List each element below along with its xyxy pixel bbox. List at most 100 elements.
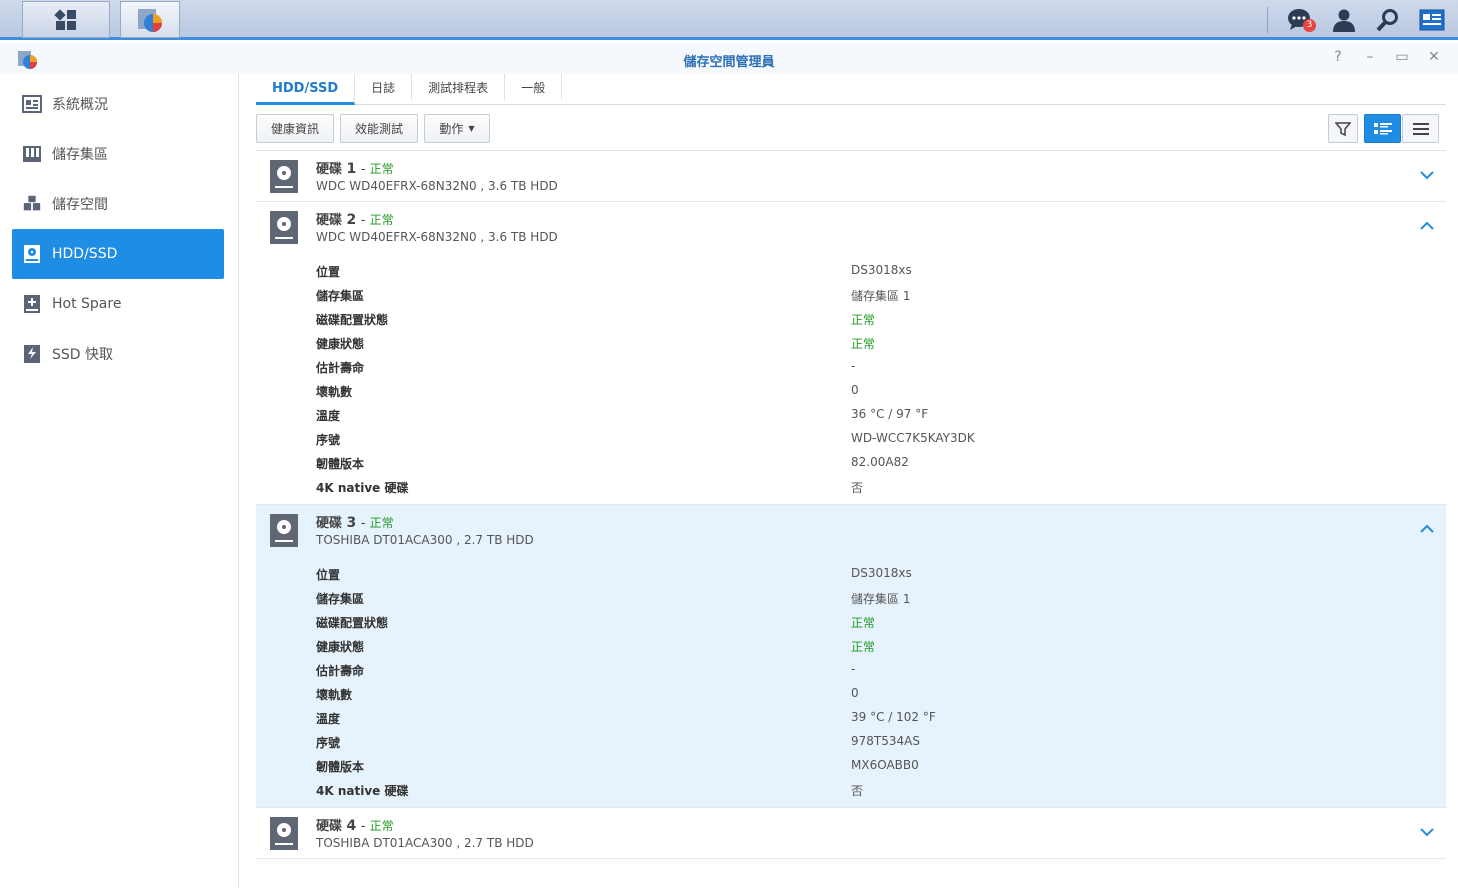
sidebar-item-overview[interactable]: 系統概況 <box>12 80 224 128</box>
disk-status: 正常 <box>369 213 394 227</box>
filter-button[interactable] <box>1328 114 1358 143</box>
sidebar-item-label: HDD/SSD <box>52 246 118 262</box>
property-label: 韌體版本 <box>316 457 365 471</box>
property-value: - <box>851 662 856 676</box>
disk-row-2[interactable]: 硬碟 2 - 正常 WDC WD40EFRX-68N32N0 , 3.6 TB … <box>256 202 1446 505</box>
tab-log[interactable]: 日誌 <box>355 74 413 100</box>
detail-view-button[interactable] <box>1364 114 1401 143</box>
property-label: 磁碟配置狀態 <box>316 313 389 327</box>
disk-label: 硬碟 <box>316 819 343 834</box>
property-value: 正常 <box>851 313 876 327</box>
list-view-button[interactable] <box>1402 114 1439 143</box>
property-label: 4K native 硬碟 <box>316 481 409 495</box>
search-button[interactable] <box>1372 4 1404 36</box>
disk-model: WDC WD40EFRX-68N32N0 , 3.6 TB HDD <box>316 179 558 193</box>
disk-number: 3 <box>346 515 357 531</box>
property-label: 磁碟配置狀態 <box>316 616 389 630</box>
property-value: 正常 <box>851 337 876 351</box>
disk-model: TOSHIBA DT01ACA300 , 2.7 TB HDD <box>316 836 534 850</box>
sidebar-item-label: 系統概況 <box>52 97 108 113</box>
property-label: 儲存集區 <box>316 592 365 606</box>
hdd-icon <box>270 160 298 193</box>
sidebar-item-hdd-ssd[interactable]: HDD/SSD <box>12 229 224 279</box>
minimize-icon[interactable]: – <box>1360 49 1380 65</box>
notifications-button[interactable]: 3 <box>1284 4 1316 36</box>
property-value: - <box>851 359 856 373</box>
hdd-icon <box>22 244 42 264</box>
main-menu-button[interactable] <box>22 1 110 38</box>
sidebar: 系統概況 儲存集區 儲存空間 HDD/SSD Hot Spare SSD 快取 <box>0 74 239 888</box>
window-title: 儲存空間管理員 <box>683 55 775 70</box>
disk-number: 1 <box>346 161 357 177</box>
taskbar-separator <box>1267 7 1268 33</box>
property-value: 正常 <box>851 616 876 630</box>
close-icon[interactable]: ✕ <box>1424 49 1444 65</box>
dashboard-icon <box>1419 9 1445 31</box>
tab-test-schedule[interactable]: 測試排程表 <box>412 74 506 100</box>
health-info-button[interactable]: 健康資訊 <box>256 114 334 143</box>
action-dropdown[interactable]: 動作 ▼ <box>424 114 490 143</box>
sidebar-item-hot-spare[interactable]: Hot Spare <box>12 280 224 328</box>
detail-list-icon <box>1373 122 1392 134</box>
help-icon[interactable]: ? <box>1328 49 1348 65</box>
disk-number: 2 <box>346 212 357 228</box>
property-value: 0 <box>851 383 859 397</box>
disk-title: 硬碟 3 - 正常 <box>316 512 394 531</box>
property-label: 韌體版本 <box>316 760 365 774</box>
chevron-up-icon[interactable] <box>1420 219 1434 233</box>
property-value: DS3018xs <box>851 263 912 277</box>
disk-row-3[interactable]: 硬碟 3 - 正常 TOSHIBA DT01ACA300 , 2.7 TB HD… <box>256 505 1446 808</box>
overview-icon <box>22 94 42 114</box>
property-value: WD-WCC7K5KAY3DK <box>851 431 975 445</box>
disk-row-1[interactable]: 硬碟 1 - 正常 WDC WD40EFRX-68N32N0 , 3.6 TB … <box>256 151 1446 202</box>
sidebar-item-volume[interactable]: 儲存空間 <box>12 180 224 228</box>
chevron-down-icon[interactable] <box>1420 168 1434 182</box>
hdd-icon <box>270 211 298 244</box>
property-value: 39 °C / 102 °F <box>851 710 936 724</box>
separator-dash: - <box>360 516 370 531</box>
property-value: 36 °C / 97 °F <box>851 407 929 421</box>
storage-manager-taskbar-button[interactable] <box>120 1 180 38</box>
chevron-up-icon[interactable] <box>1420 522 1434 536</box>
tab-hdd-ssd[interactable]: HDD/SSD <box>256 74 356 105</box>
property-label: 健康狀態 <box>316 640 365 654</box>
hdd-icon <box>270 514 298 547</box>
property-value: 978T534AS <box>851 734 920 748</box>
disk-label: 硬碟 <box>316 162 343 177</box>
widgets-button[interactable] <box>1416 4 1448 36</box>
sidebar-item-label: 儲存空間 <box>52 197 108 213</box>
tab-general[interactable]: 一般 <box>505 74 563 100</box>
property-label: 溫度 <box>316 712 341 726</box>
disk-row-4[interactable]: 硬碟 4 - 正常 TOSHIBA DT01ACA300 , 2.7 TB HD… <box>256 808 1446 859</box>
property-label: 估計壽命 <box>316 361 365 375</box>
property-label: 壞軌數 <box>316 385 353 399</box>
disk-title: 硬碟 1 - 正常 <box>316 158 394 177</box>
separator-dash: - <box>360 213 370 228</box>
disk-model: WDC WD40EFRX-68N32N0 , 3.6 TB HDD <box>316 230 558 244</box>
hdd-icon <box>270 817 298 850</box>
property-value: 0 <box>851 686 859 700</box>
user-button[interactable] <box>1328 4 1360 36</box>
taskbar: 3 <box>0 0 1458 40</box>
disk-label: 硬碟 <box>316 516 343 531</box>
tab-bar: HDD/SSD 日誌 測試排程表 一般 <box>256 74 1446 105</box>
sidebar-item-label: Hot Spare <box>52 296 122 312</box>
property-value: 否 <box>851 481 864 495</box>
disk-title: 硬碟 4 - 正常 <box>316 815 394 834</box>
storage-pool-icon <box>22 144 42 164</box>
search-icon <box>1376 9 1398 32</box>
benchmark-button[interactable]: 效能測試 <box>340 114 418 143</box>
restore-icon[interactable]: ▭ <box>1392 49 1412 65</box>
plus-box-icon <box>22 294 42 314</box>
list-icon <box>1412 122 1429 135</box>
property-value: 儲存集區 1 <box>851 592 911 606</box>
chevron-down-icon[interactable] <box>1420 825 1434 839</box>
property-label: 4K native 硬碟 <box>316 784 409 798</box>
disk-title: 硬碟 2 - 正常 <box>316 209 394 228</box>
disk-status: 正常 <box>369 516 394 530</box>
disk-number: 4 <box>346 818 357 834</box>
sidebar-item-ssd-cache[interactable]: SSD 快取 <box>12 330 224 378</box>
sidebar-item-storage-pool[interactable]: 儲存集區 <box>12 130 224 178</box>
sidebar-item-label: 儲存集區 <box>52 147 108 163</box>
property-label: 儲存集區 <box>316 289 365 303</box>
